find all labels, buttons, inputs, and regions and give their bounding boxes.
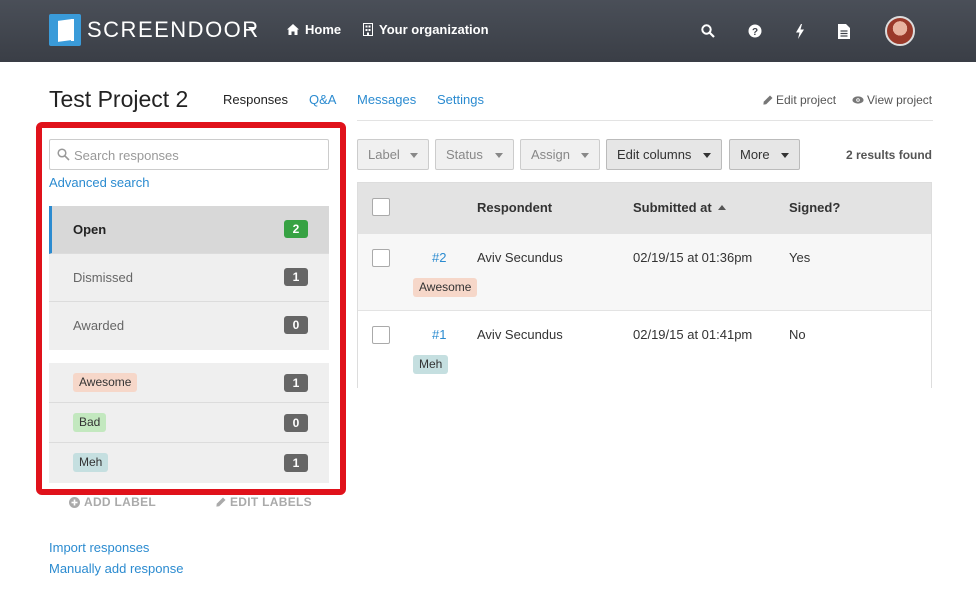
document-icon[interactable] (835, 22, 853, 40)
chevron-down-icon (410, 153, 418, 158)
respondent-cell: Aviv Secundus (477, 250, 563, 265)
chevron-down-icon (703, 153, 711, 158)
more-text: More (740, 147, 770, 162)
column-header-submitted-label: Submitted at (633, 200, 712, 215)
chevron-down-icon (581, 153, 589, 158)
bolt-icon[interactable] (791, 22, 809, 40)
edit-labels-text: EDIT LABELS (230, 495, 312, 509)
view-project-label: View project (867, 93, 933, 107)
svg-text:?: ? (752, 27, 758, 38)
status-dropdown-button[interactable]: Status (435, 139, 514, 170)
nav-home-link[interactable]: Home (287, 22, 341, 37)
add-label-button[interactable]: ADD LABEL (69, 495, 156, 509)
submitted-at-cell: 02/19/15 at 01:41pm (633, 327, 753, 342)
top-nav: SCREENDOOR Home Your organization ? (0, 0, 976, 62)
nav-organization-label: Your organization (379, 22, 489, 37)
submitted-at-cell: 02/19/15 at 01:36pm (633, 250, 753, 265)
tab-settings[interactable]: Settings (437, 92, 484, 107)
pencil-icon (216, 497, 226, 507)
column-header-submitted[interactable]: Submitted at (633, 200, 726, 215)
label-dropdown-button[interactable]: Label (357, 139, 429, 170)
responses-table: Respondent Submitted at Signed? #2 Aviv … (357, 182, 932, 388)
response-id-link[interactable]: #2 (432, 250, 446, 265)
app-logo-text[interactable]: SCREENDOOR (87, 17, 260, 43)
chevron-down-icon (495, 153, 503, 158)
assign-dropdown-text: Assign (531, 147, 571, 162)
signed-cell: Yes (789, 250, 811, 265)
sidebar-highlight-box (36, 122, 346, 495)
help-icon[interactable]: ? (746, 22, 764, 40)
response-label-tag: Awesome (413, 278, 478, 297)
column-header-respondent[interactable]: Respondent (477, 200, 552, 215)
add-label-text: ADD LABEL (84, 495, 157, 509)
manual-add-response-link[interactable]: Manually add response (49, 561, 183, 576)
edit-columns-text: Edit columns (617, 147, 692, 162)
pencil-icon (763, 95, 773, 105)
label-dropdown-text: Label (368, 147, 400, 162)
edit-columns-button[interactable]: Edit columns (606, 139, 722, 170)
edit-project-label: Edit project (776, 93, 837, 107)
status-dropdown-text: Status (446, 147, 483, 162)
chevron-down-icon[interactable] (248, 27, 256, 32)
door-logo-icon[interactable] (49, 14, 81, 46)
response-id-link[interactable]: #1 (432, 327, 446, 342)
header-divider (357, 120, 933, 121)
respondent-cell: Aviv Secundus (477, 327, 563, 342)
tab-qa[interactable]: Q&A (309, 92, 336, 107)
column-header-signed[interactable]: Signed? (789, 200, 840, 215)
nav-organization-link[interactable]: Your organization (363, 22, 489, 37)
table-row[interactable]: #1 Aviv Secundus 02/19/15 at 01:41pm No … (358, 311, 931, 388)
sort-ascending-icon (717, 205, 726, 210)
page-title: Test Project 2 (49, 86, 189, 112)
assign-dropdown-button[interactable]: Assign (520, 139, 600, 170)
home-icon (287, 24, 299, 35)
select-all-checkbox[interactable] (372, 198, 390, 216)
plus-circle-icon (69, 496, 80, 508)
more-button[interactable]: More (729, 139, 800, 170)
nav-home-label: Home (305, 22, 342, 37)
eye-icon (852, 96, 864, 104)
results-count: 2 results found (846, 148, 933, 162)
row-checkbox[interactable] (372, 249, 390, 267)
chevron-down-icon (781, 153, 789, 158)
row-checkbox[interactable] (372, 326, 390, 344)
tab-responses[interactable]: Responses (223, 92, 288, 107)
signed-cell: No (789, 327, 806, 342)
tab-messages[interactable]: Messages (357, 92, 416, 107)
import-responses-link[interactable]: Import responses (49, 540, 149, 555)
user-avatar[interactable] (885, 16, 915, 46)
edit-project-link[interactable]: Edit project (763, 93, 836, 107)
edit-labels-button[interactable]: EDIT LABELS (216, 495, 312, 509)
response-label-tag: Meh (413, 355, 449, 374)
table-header: Respondent Submitted at Signed? (358, 183, 931, 234)
building-icon (363, 23, 373, 36)
search-icon[interactable] (699, 22, 717, 40)
table-row[interactable]: #2 Aviv Secundus 02/19/15 at 01:36pm Yes… (358, 234, 931, 311)
view-project-link[interactable]: View project (852, 93, 932, 107)
